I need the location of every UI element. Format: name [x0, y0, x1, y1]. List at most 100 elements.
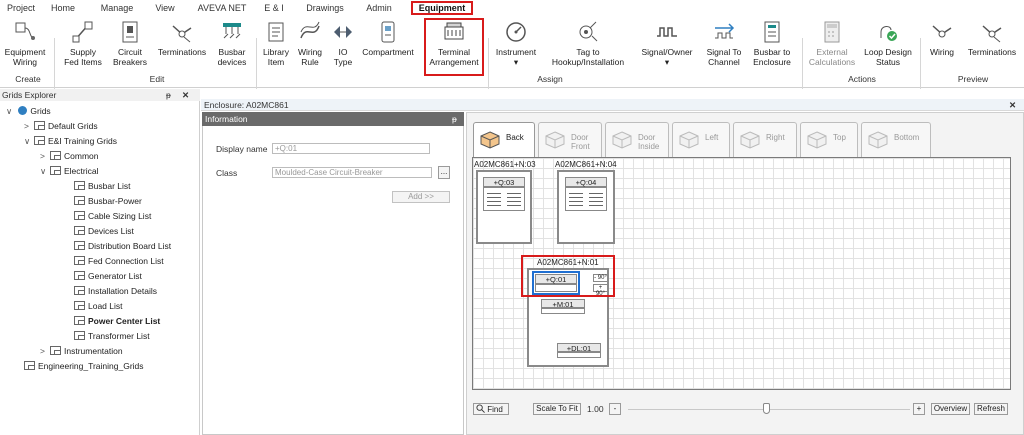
io-type-button[interactable]: IO Type	[328, 20, 358, 67]
equipment-wiring-button[interactable]: Equipment Wiring	[2, 20, 48, 67]
tree-item-generator-list[interactable]: Generator List	[74, 270, 142, 282]
tree-item-fed-connection-list[interactable]: Fed Connection List	[74, 255, 164, 267]
library-item-label: Library Item	[263, 47, 289, 67]
tree-item-power-center-list[interactable]: Power Center List	[74, 315, 160, 327]
tab-bottom[interactable]: Bottom	[861, 122, 931, 157]
zoom-value: 1.00	[587, 404, 604, 414]
wiring-preview-button[interactable]: Wiring	[924, 20, 960, 57]
tree-item-default-grids[interactable]: > Default Grids	[24, 120, 98, 132]
tree-item-devices-list[interactable]: Devices List	[74, 225, 134, 237]
device-q04-body[interactable]	[565, 187, 607, 211]
tree-item-grids[interactable]: ∨ Grids	[6, 105, 51, 117]
signal-to-channel-label: Signal To Channel	[706, 47, 742, 67]
chevron-right-icon[interactable]: >	[40, 345, 50, 357]
menu-tab-drawings[interactable]: Drawings	[304, 1, 346, 15]
close-icon[interactable]: ✕	[1009, 99, 1016, 111]
signal-to-channel-button[interactable]: Signal To Channel	[704, 20, 744, 67]
equipment-wiring-label: Equipment Wiring	[4, 47, 46, 67]
signal-owner-button[interactable]: Signal/Owner ▾	[636, 20, 698, 67]
chevron-down-icon[interactable]: ∨	[6, 105, 16, 117]
device-m01[interactable]: +M:01	[541, 299, 585, 309]
terminations-button[interactable]: Terminations	[154, 20, 210, 57]
scale-to-fit-button[interactable]: Scale To Fit	[533, 403, 581, 415]
circuit-breakers-button[interactable]: Circuit Breakers	[110, 20, 150, 67]
menu-tab-aveva-net[interactable]: AVEVA NET	[196, 1, 248, 15]
chevron-right-icon[interactable]: >	[24, 120, 34, 132]
menu-tab-project[interactable]: Project	[4, 1, 38, 15]
chevron-down-icon[interactable]: ∨	[24, 135, 34, 147]
chevron-down-icon[interactable]: ∨	[40, 165, 50, 177]
tree-item-electrical[interactable]: ∨ Electrical	[40, 165, 98, 177]
tree-label: Power Center List	[88, 316, 161, 326]
tree-item-cable-sizing-list[interactable]: Cable Sizing List	[74, 210, 151, 222]
device-m01-body[interactable]	[541, 308, 585, 314]
tree-item-load-list[interactable]: Load List	[74, 300, 123, 312]
tree-item-installation-details[interactable]: Installation Details	[74, 285, 157, 297]
find-button[interactable]: Find	[473, 403, 509, 415]
tree-label: Instrumentation	[64, 346, 123, 356]
menu-tab-home[interactable]: Home	[46, 1, 80, 15]
device-q04[interactable]: +Q:04	[565, 177, 607, 187]
tab-left[interactable]: Left	[672, 122, 730, 157]
terminal-arrangement-highlight	[424, 18, 484, 76]
menu-tab-view[interactable]: View	[152, 1, 178, 15]
tree-label: E&I Training Grids	[48, 136, 117, 146]
menu-tab-admin[interactable]: Admin	[364, 1, 394, 15]
terminations-preview-button[interactable]: Terminations	[962, 20, 1022, 57]
wiring-rule-label: Wiring Rule	[297, 47, 323, 67]
tree-item-ei-training-grids[interactable]: ∨ E&I Training Grids	[24, 135, 117, 147]
busbar-to-enclosure-button[interactable]: Busbar to Enclosure	[748, 20, 796, 67]
supply-fed-items-button[interactable]: Supply Fed Items	[60, 20, 106, 67]
add-button[interactable]: Add >>	[392, 191, 450, 203]
tab-door-inside[interactable]: Door Inside	[605, 122, 669, 157]
tree-item-distribution-board-list[interactable]: Distribution Board List	[74, 240, 171, 252]
pin-icon[interactable]: ᵽ	[452, 112, 457, 126]
display-name-label: Display name	[216, 144, 268, 154]
busbar-devices-label: Busbar devices	[217, 47, 247, 67]
tag-to-hookup-button[interactable]: Tag to Hookup/Installation	[546, 20, 630, 67]
device-q03-body[interactable]	[483, 187, 525, 211]
tab-back[interactable]: Back	[473, 122, 535, 157]
tab-top[interactable]: Top	[800, 122, 858, 157]
busbar-devices-button[interactable]: Busbar devices	[212, 20, 252, 67]
menu-tab-e-and-i[interactable]: E & I	[262, 1, 286, 15]
io-type-label: IO Type	[333, 47, 353, 67]
overview-button[interactable]: Overview	[931, 403, 970, 415]
zoom-out-button[interactable]: -	[609, 403, 621, 415]
tab-right[interactable]: Right	[733, 122, 797, 157]
library-item-button[interactable]: Library Item	[260, 20, 292, 67]
grid-icon	[74, 211, 85, 220]
instrument-dropdown-icon[interactable]: ▾	[492, 57, 540, 67]
tree-label: Installation Details	[88, 286, 157, 296]
device-dl01[interactable]: +DL:01	[557, 343, 601, 353]
zoom-slider-thumb[interactable]	[763, 403, 770, 414]
tab-door-front[interactable]: Door Front	[538, 122, 602, 157]
class-field[interactable]: Moulded-Case Circuit-Breaker	[272, 167, 432, 178]
refresh-button[interactable]: Refresh	[974, 403, 1008, 415]
display-name-field[interactable]: +Q:01	[272, 143, 430, 154]
loop-design-status-button[interactable]: Loop Design Status	[860, 20, 916, 67]
chevron-right-icon[interactable]: >	[40, 150, 50, 162]
close-icon[interactable]: ✕	[182, 89, 189, 101]
menu-tab-manage[interactable]: Manage	[96, 1, 138, 15]
zoom-in-button[interactable]: +	[913, 403, 925, 415]
tree-item-common[interactable]: > Common	[40, 150, 98, 162]
loop-status-icon	[880, 26, 897, 41]
tree-item-busbar-power[interactable]: Busbar-Power	[74, 195, 142, 207]
device-dl01-body[interactable]	[557, 352, 601, 358]
instrument-button[interactable]: Instrument ▾	[492, 20, 540, 67]
external-calculations-button[interactable]: External Calculations	[806, 20, 858, 67]
tree-item-engineering-training-grids[interactable]: Engineering_Training_Grids	[24, 360, 144, 372]
wiring-rule-icon	[300, 21, 320, 39]
signal-owner-dropdown-icon[interactable]: ▾	[636, 57, 698, 67]
tree-item-instrumentation[interactable]: > Instrumentation	[40, 345, 123, 357]
tree-item-busbar-list[interactable]: Busbar List	[74, 180, 131, 192]
wiring-rule-button[interactable]: Wiring Rule	[294, 20, 326, 67]
terminal-arrangement-selection-highlight	[521, 255, 615, 297]
menu-tab-equipment[interactable]: Equipment	[411, 1, 473, 15]
compartment-button[interactable]: Compartment	[360, 20, 416, 57]
pin-icon[interactable]: ᵽ	[166, 89, 171, 101]
device-q03[interactable]: +Q:03	[483, 177, 525, 187]
class-browse-button[interactable]: ...	[438, 166, 450, 179]
tree-item-transformer-list[interactable]: Transformer List	[74, 330, 150, 342]
